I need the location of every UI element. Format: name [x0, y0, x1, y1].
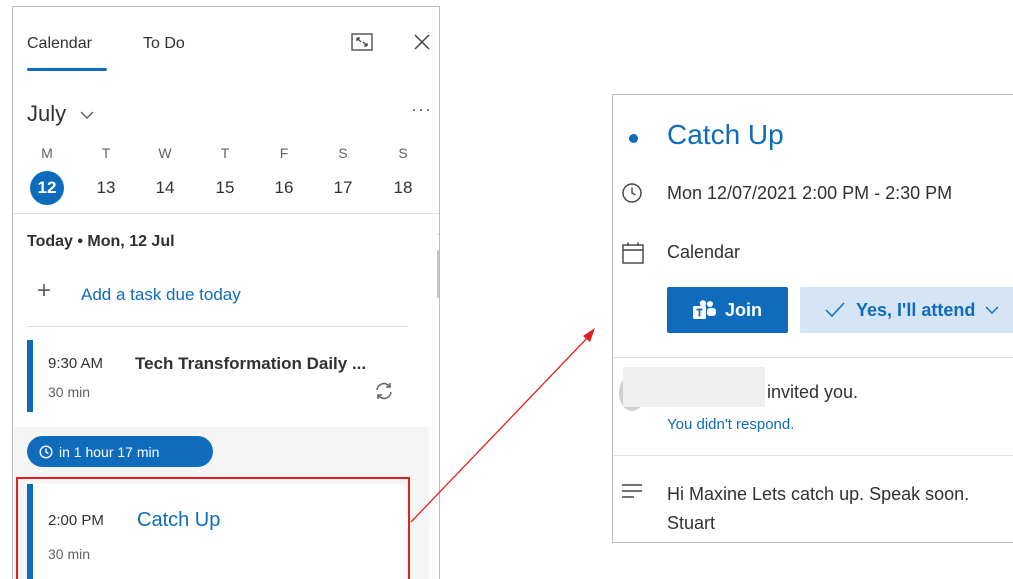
today-heading: Today • Mon, 12 Jul [27, 233, 175, 250]
plus-icon: + [37, 277, 52, 304]
day-tuesday: T 13 [86, 145, 126, 205]
close-icon[interactable] [413, 33, 431, 51]
day-wednesday: W 14 [145, 145, 185, 205]
day-letter: S [338, 145, 348, 161]
day-number[interactable]: 16 [267, 171, 301, 205]
day-letter: T [220, 145, 230, 161]
calendar-icon [622, 242, 644, 264]
event-catch-up[interactable]: 2:00 PM 30 min Catch Up [27, 484, 407, 579]
day-monday: M 12 [27, 145, 67, 205]
scrollbar-thumb[interactable] [437, 250, 439, 298]
day-number[interactable]: 18 [386, 171, 420, 205]
teams-icon [692, 300, 716, 319]
clock-icon [622, 183, 642, 203]
month-picker[interactable]: July [27, 101, 94, 127]
callout-arrow [410, 328, 595, 523]
day-letter: S [398, 145, 408, 161]
day-number[interactable]: 17 [326, 171, 360, 205]
day-friday: F 16 [264, 145, 304, 205]
rsvp-label: Yes, I'll attend [856, 299, 976, 320]
chevron-down-icon [985, 306, 999, 314]
rsvp-button[interactable]: Yes, I'll attend [800, 287, 1013, 333]
expand-icon[interactable] [351, 33, 373, 51]
join-label: Join [724, 299, 762, 320]
divider [13, 213, 439, 214]
tab-todo[interactable]: To Do [143, 35, 185, 53]
event-time: 9:30 AM [48, 355, 104, 372]
event-detail-card: Catch Up Mon 12/07/2021 2:00 PM - 2:30 P… [612, 94, 1013, 543]
event-datetime: Mon 12/07/2021 2:00 PM - 2:30 PM [667, 183, 953, 203]
day-number-selected[interactable]: 12 [30, 171, 64, 205]
event-duration: 30 min [48, 384, 91, 400]
checkmark-icon [825, 302, 845, 318]
event-color-bar [27, 340, 33, 412]
countdown-badge: in 1 hour 17 min [27, 436, 213, 467]
tab-bar: Calendar To Do [13, 7, 439, 77]
invitation-text: invited you. [767, 382, 859, 402]
day-number[interactable]: 15 [208, 171, 242, 205]
event-tech-transformation[interactable]: 9:30 AM 30 min Tech Transformation Daily… [27, 340, 407, 412]
divider [613, 455, 1013, 456]
event-duration: 30 min [48, 546, 91, 562]
day-thursday: T 15 [205, 145, 245, 205]
event-color-bar [27, 484, 33, 579]
day-saturday: S 17 [323, 145, 363, 205]
day-letter: T [101, 145, 111, 161]
add-task-label: Add a task due today [81, 285, 241, 304]
event-title: Catch Up [137, 509, 221, 531]
event-detail-title: Catch Up [667, 119, 784, 150]
join-button[interactable]: Join [667, 287, 788, 333]
event-title: Tech Transformation Daily ... [135, 354, 367, 373]
clock-icon [39, 444, 53, 459]
scroll-up-icon[interactable]: ▲ [436, 227, 439, 237]
event-time: 2:00 PM [48, 512, 104, 529]
divider [613, 357, 1013, 358]
recurring-icon [376, 382, 392, 400]
day-sunday: S 18 [383, 145, 423, 205]
calendar-pane: Calendar To Do July ··· M 12 T 13 W 14 T… [12, 6, 440, 579]
day-letter: F [279, 145, 289, 161]
day-number[interactable]: 14 [148, 171, 182, 205]
divider [27, 326, 407, 327]
tab-calendar[interactable]: Calendar [27, 35, 92, 53]
day-number[interactable]: 13 [89, 171, 123, 205]
more-icon[interactable]: ··· [411, 99, 432, 120]
event-color-dot [629, 134, 638, 143]
calendar-name: Calendar [667, 242, 741, 262]
response-status-link[interactable]: You didn't respond. [667, 416, 794, 433]
countdown-text: in 1 hour 17 min [59, 443, 160, 460]
month-label: July [27, 101, 67, 126]
notes-icon [622, 484, 642, 498]
redacted-organizer [623, 367, 765, 407]
day-letter: M [41, 145, 53, 161]
chevron-down-icon [80, 111, 94, 120]
active-tab-indicator [27, 68, 107, 71]
event-notes: Hi Maxine Lets catch up. Speak soon. Stu… [667, 484, 970, 533]
day-letter: W [158, 145, 172, 161]
